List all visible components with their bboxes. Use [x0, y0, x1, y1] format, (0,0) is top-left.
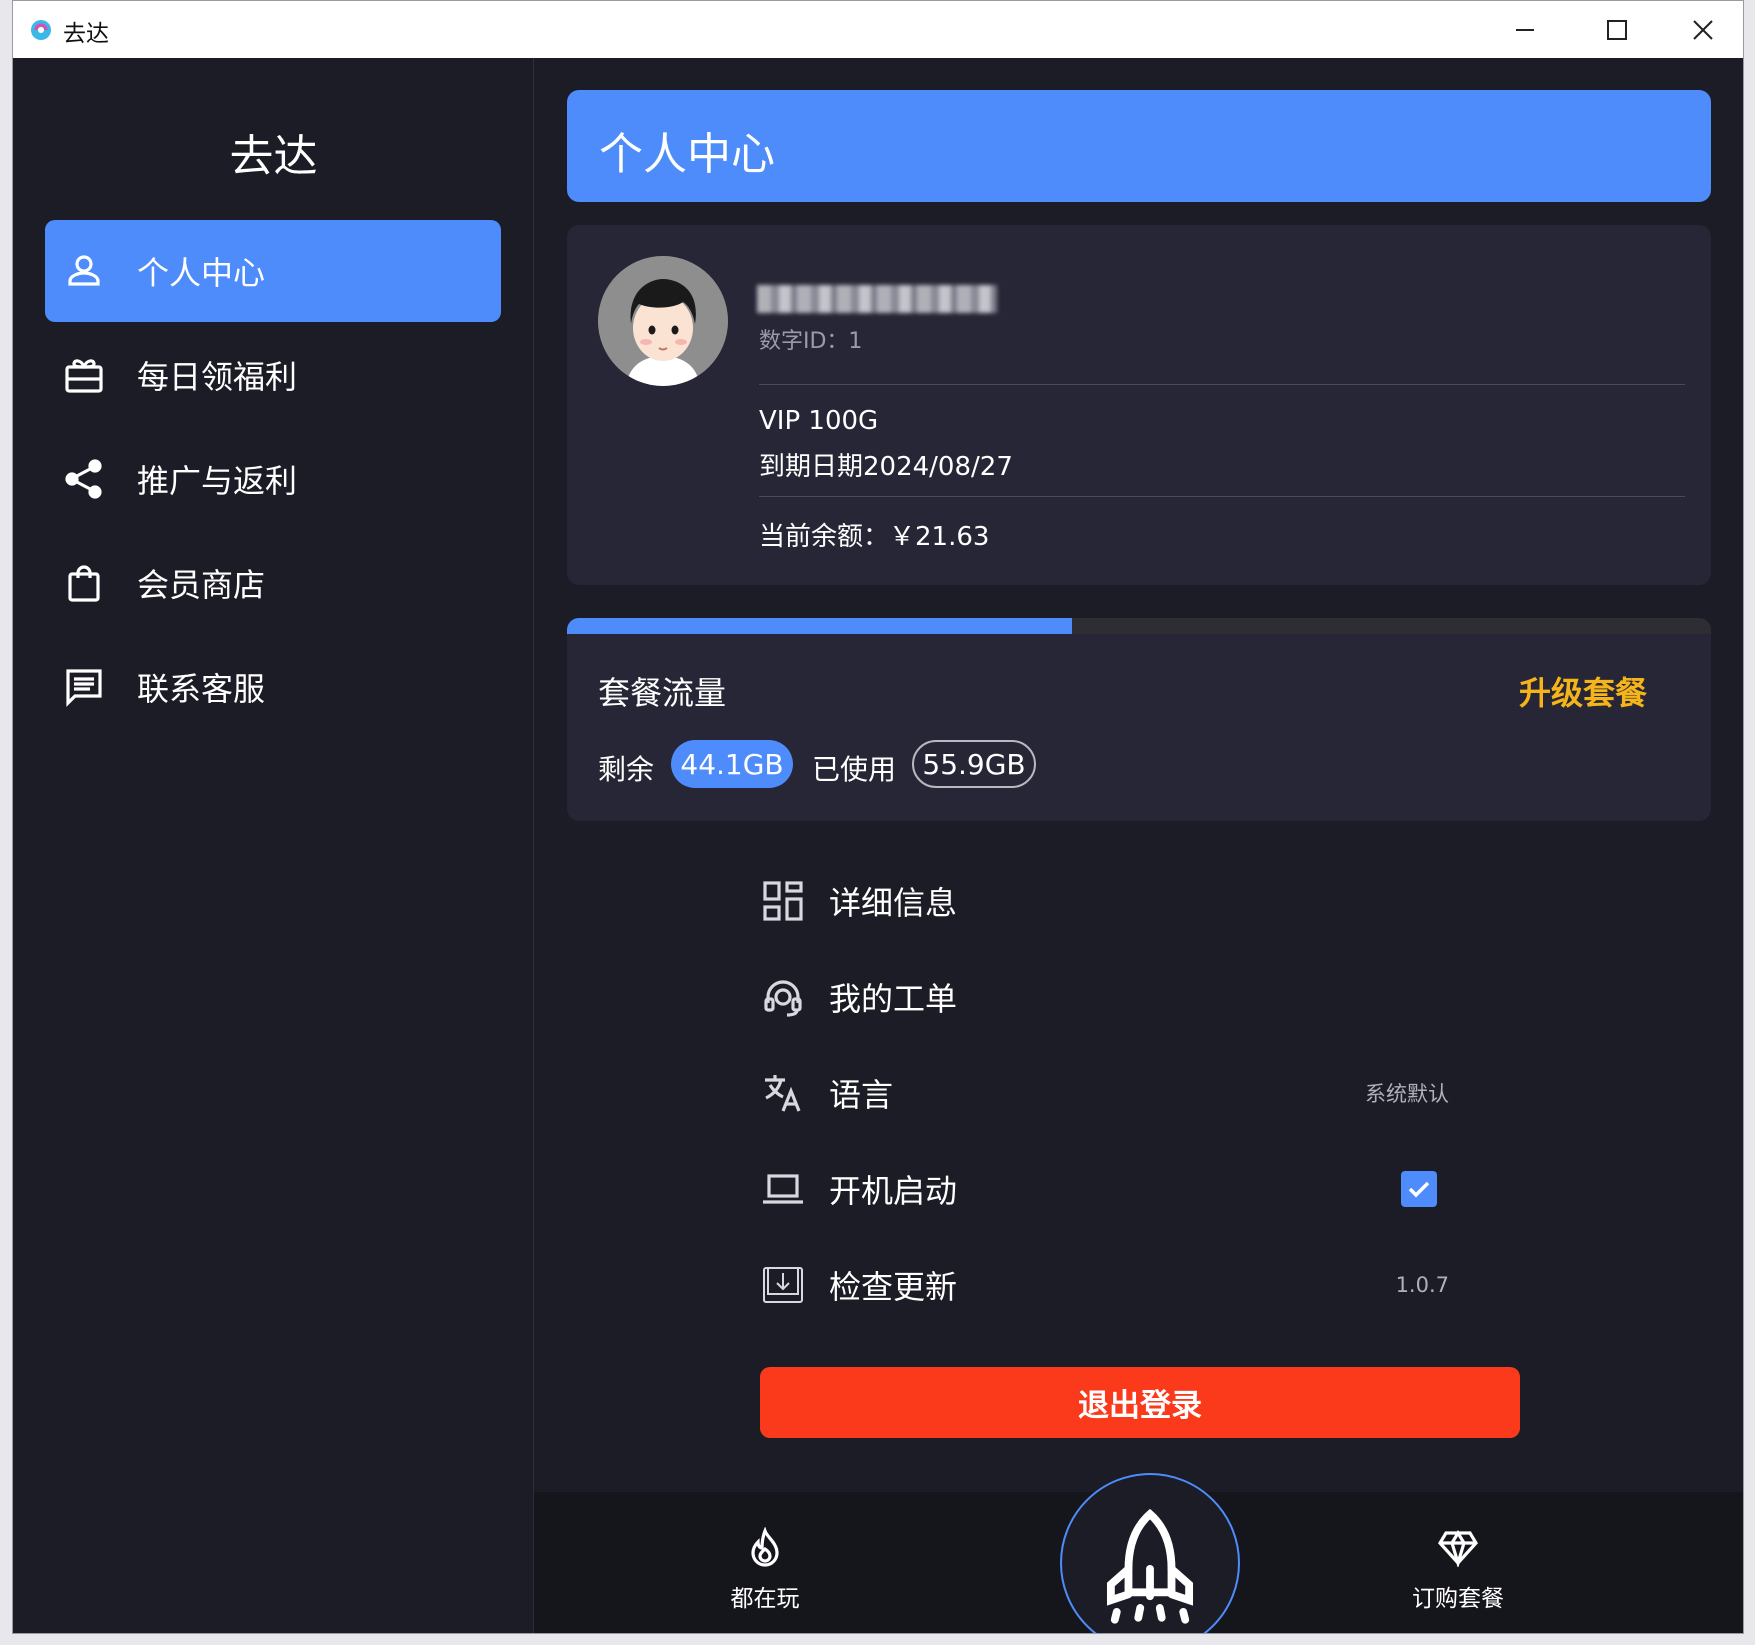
user-icon	[63, 250, 105, 292]
close-button[interactable]	[1663, 1, 1743, 58]
version-value: 1.0.7	[1395, 1273, 1449, 1297]
sidebar-item-profile[interactable]: 个人中心	[45, 220, 501, 322]
expiry-date: 到期日期2024/08/27	[759, 452, 1013, 482]
sidebar-item-member-store[interactable]: 会员商店	[45, 532, 501, 634]
sidebar-item-label: 每日领福利	[137, 358, 298, 396]
grid-icon	[759, 877, 807, 925]
traffic-progress-fill	[567, 618, 1072, 634]
menu-item-label: 语言	[829, 1076, 894, 1114]
sidebar-item-label: 推广与返利	[137, 462, 298, 500]
upgrade-plan-link[interactable]: 升级套餐	[1519, 668, 1647, 714]
username-redacted	[757, 285, 997, 313]
sidebar-item-label: 个人中心	[137, 254, 266, 292]
traffic-card: 套餐流量 升级套餐 剩余 44.1GB 已使用 55.9GB	[567, 618, 1711, 821]
sidebar: 去达 个人中心 每日领福利 推广与返利 会员商店 联系客服	[13, 58, 534, 1633]
plan-name: VIP 100G	[759, 406, 879, 436]
minimize-icon	[1516, 28, 1534, 31]
menu-item-check-update[interactable]: 检查更新 1.0.7	[759, 1250, 1449, 1320]
tab-label: 订购套餐	[1412, 1586, 1504, 1612]
minimize-button[interactable]	[1479, 1, 1571, 58]
menu-item-label: 检查更新	[829, 1268, 958, 1306]
used-label: 已使用	[812, 753, 897, 786]
user-id: 数字ID：1	[759, 329, 863, 354]
window-title: 去达	[63, 21, 109, 47]
tab-buy-plan[interactable]: 订购套餐	[1368, 1527, 1548, 1613]
shopping-bag-icon	[63, 562, 105, 604]
language-value: 系统默认	[1365, 1082, 1449, 1106]
logout-button[interactable]: 退出登录	[760, 1367, 1520, 1438]
traffic-title: 套餐流量	[598, 674, 727, 712]
traffic-progress-bar	[567, 618, 1711, 634]
sidebar-brand: 去达	[229, 131, 318, 182]
menu-item-details[interactable]: 详细信息	[759, 866, 1449, 936]
rocket-icon	[1106, 1508, 1194, 1624]
divider	[759, 384, 1685, 385]
menu-item-label: 我的工单	[829, 980, 958, 1018]
tab-trending[interactable]: 都在玩	[675, 1527, 855, 1613]
menu-item-label: 开机启动	[829, 1172, 958, 1210]
share-icon	[63, 458, 105, 500]
sidebar-item-label: 联系客服	[137, 670, 266, 708]
connect-launch-button[interactable]	[1060, 1473, 1240, 1633]
remaining-label: 剩余	[598, 753, 655, 786]
menu-item-label: 详细信息	[829, 884, 958, 922]
title-bar: 去达	[13, 1, 1743, 58]
laptop-icon	[759, 1165, 807, 1213]
sidebar-item-support[interactable]: 联系客服	[45, 636, 501, 738]
app-window: 去达 去达 个人中心 每日领福利 推广与返利 会员商店 联系客服 个人中心 数字…	[12, 0, 1744, 1634]
check-icon	[1408, 1181, 1430, 1198]
page-header: 个人中心	[567, 90, 1711, 202]
menu-item-tickets[interactable]: 我的工单	[759, 962, 1449, 1032]
headset-icon	[759, 973, 807, 1021]
page-title: 个人中心	[599, 129, 775, 180]
main-content: 个人中心 数字ID：1 VIP 100G 到期日期2024/08/27 当前余额…	[534, 58, 1743, 1633]
used-badge: 55.9GB	[912, 740, 1036, 788]
tab-label: 都在玩	[730, 1586, 800, 1612]
remaining-badge: 44.1GB	[671, 740, 793, 788]
menu-item-autostart[interactable]: 开机启动	[759, 1154, 1449, 1224]
avatar[interactable]	[598, 256, 728, 386]
diamond-icon	[1438, 1529, 1478, 1567]
autostart-checkbox[interactable]	[1401, 1171, 1437, 1207]
balance: 当前余额：￥21.63	[759, 522, 990, 552]
gift-icon	[63, 354, 105, 396]
message-icon	[63, 666, 105, 708]
sidebar-item-promotion[interactable]: 推广与返利	[45, 428, 501, 530]
close-icon	[1693, 19, 1713, 40]
divider	[759, 496, 1685, 497]
fire-icon	[751, 1527, 779, 1567]
app-logo-icon	[31, 20, 51, 40]
menu-item-language[interactable]: 语言 系统默认	[759, 1058, 1449, 1128]
sidebar-item-daily-benefits[interactable]: 每日领福利	[45, 324, 501, 426]
sidebar-item-label: 会员商店	[137, 566, 266, 604]
maximize-icon	[1607, 19, 1627, 40]
translate-icon	[759, 1069, 807, 1117]
download-box-icon	[759, 1261, 807, 1309]
profile-card: 数字ID：1 VIP 100G 到期日期2024/08/27 当前余额：￥21.…	[567, 225, 1711, 585]
maximize-button[interactable]	[1571, 1, 1663, 58]
